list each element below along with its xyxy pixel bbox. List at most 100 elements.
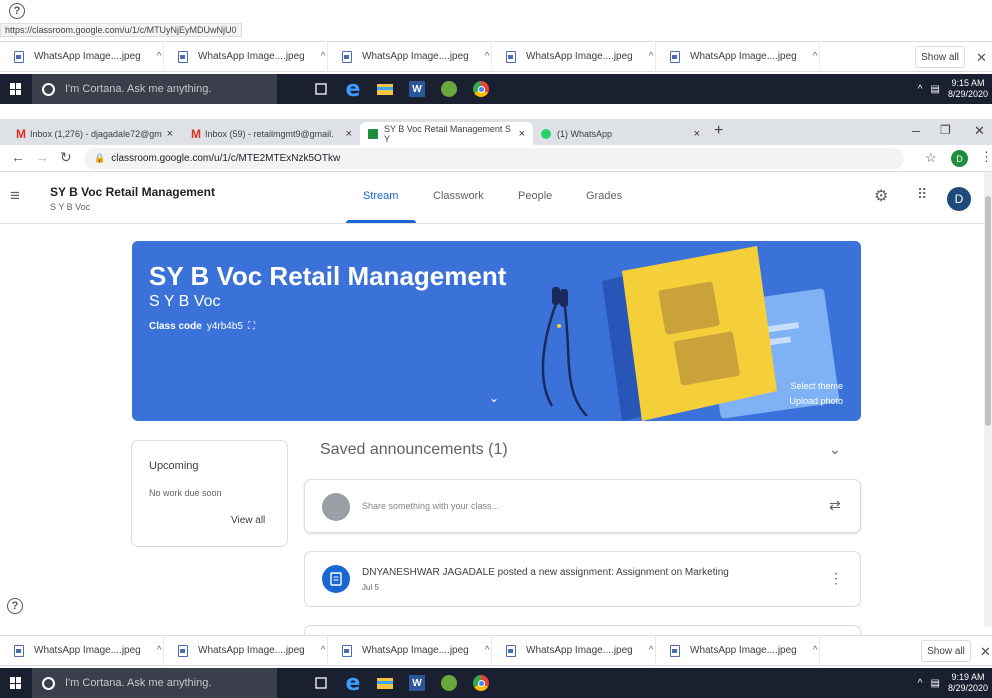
status-url: https://classroom.google.com/u/1/c/MTUyN… [0, 23, 242, 37]
view-all-link[interactable]: View all [231, 515, 265, 526]
saved-announcements-heading[interactable]: Saved announcements (1) [320, 441, 508, 459]
download-item[interactable]: WhatsApp Image....jpeg ^ [328, 635, 492, 666]
cortana-search[interactable]: I'm Cortana. Ask me anything. [32, 668, 277, 698]
chevron-up-icon[interactable]: ^ [813, 51, 818, 62]
edge-icon[interactable]: e [339, 74, 367, 104]
cortana-icon [42, 82, 55, 96]
chrome-icon[interactable] [467, 74, 495, 104]
chevron-up-icon[interactable]: ^ [918, 84, 923, 95]
chevron-up-icon[interactable]: ^ [485, 645, 490, 656]
class-code: Class code y4rb4b5 ⛶ [149, 321, 255, 332]
fullscreen-icon[interactable]: ⛶ [248, 321, 255, 332]
class-title[interactable]: SY B Voc Retail Management [50, 185, 215, 199]
browser-tab-active[interactable]: SY B Voc Retail Management S Y × [360, 122, 533, 145]
chevron-up-icon[interactable]: ^ [321, 51, 326, 62]
chevron-up-icon[interactable]: ^ [649, 645, 654, 656]
word-icon[interactable]: W [403, 668, 431, 698]
share-box[interactable]: Share something with your class... ⇄ [304, 479, 861, 533]
close-tab-icon[interactable]: × [694, 128, 700, 140]
close-icon[interactable]: ✕ [976, 50, 987, 66]
taskbar-top: I'm Cortana. Ask me anything. e W ^ ▤ 9:… [0, 74, 992, 104]
apps-grid-icon[interactable]: ⠿ [917, 186, 927, 203]
close-tab-icon[interactable]: × [346, 128, 352, 140]
close-icon[interactable]: ✕ [980, 644, 991, 660]
chrome-icon[interactable] [467, 668, 495, 698]
download-item[interactable]: WhatsApp Image....jpeg ^ [492, 635, 656, 666]
tab-grades[interactable]: Grades [586, 190, 622, 202]
chevron-up-icon[interactable]: ^ [918, 678, 923, 689]
profile-avatar[interactable]: D [951, 150, 968, 167]
utorrent-icon[interactable] [435, 668, 463, 698]
utorrent-icon[interactable] [435, 74, 463, 104]
cortana-search[interactable]: I'm Cortana. Ask me anything. [32, 74, 277, 104]
download-item[interactable]: WhatsApp Image....jpeg ^ [656, 635, 820, 666]
browser-tab[interactable]: (1) WhatsApp × [533, 122, 708, 145]
expand-chevron-icon[interactable]: ⌄ [489, 391, 499, 405]
banner-section: S Y B Voc [149, 293, 221, 310]
show-all-button[interactable]: Show all [921, 640, 971, 662]
download-item[interactable]: WhatsApp Image....jpeg ^ [0, 41, 164, 72]
minimize-button[interactable]: – [912, 122, 920, 138]
close-tab-icon[interactable]: × [519, 128, 525, 140]
post-menu-icon[interactable]: ⋮ [829, 570, 843, 587]
download-item[interactable]: WhatsApp Image....jpeg ^ [164, 635, 328, 666]
menu-kebab-icon[interactable]: ⋮ [980, 149, 992, 165]
download-item[interactable]: WhatsApp Image....jpeg ^ [656, 41, 820, 72]
clock[interactable]: 9:19 AM 8/29/2020 [948, 672, 988, 694]
windows-start-icon[interactable] [0, 668, 32, 698]
file-icon [178, 50, 188, 63]
repost-icon[interactable]: ⇄ [829, 497, 841, 514]
word-icon[interactable]: W [403, 74, 431, 104]
task-view-icon[interactable] [307, 668, 335, 698]
close-tab-icon[interactable]: × [167, 128, 173, 140]
close-window-button[interactable]: ✕ [974, 123, 985, 139]
chevron-down-icon[interactable]: ⌄ [829, 441, 841, 458]
select-theme-link[interactable]: Select theme [790, 381, 843, 391]
task-view-icon[interactable] [307, 74, 335, 104]
help-icon[interactable]: ? [7, 598, 23, 614]
forward-icon[interactable]: → [35, 149, 49, 165]
restore-button[interactable]: ❐ [940, 123, 951, 137]
file-explorer-icon[interactable] [371, 74, 399, 104]
download-item[interactable]: WhatsApp Image....jpeg ^ [0, 635, 164, 666]
scrollbar-thumb[interactable] [985, 196, 991, 426]
classroom-header: ≡ SY B Voc Retail Management S Y B Voc S… [0, 172, 992, 224]
chevron-up-icon[interactable]: ^ [321, 645, 326, 656]
assignment-post[interactable]: DNYANESHWAR JAGADALE posted a new assign… [304, 551, 861, 607]
account-avatar[interactable]: D [947, 187, 971, 211]
share-input[interactable]: Share something with your class... [362, 501, 499, 511]
notification-icon[interactable]: ▤ [931, 84, 940, 95]
file-explorer-icon[interactable] [371, 668, 399, 698]
settings-gear-icon[interactable]: ⚙ [874, 186, 888, 206]
reload-icon[interactable]: ↻ [60, 149, 72, 166]
upcoming-title: Upcoming [149, 460, 199, 472]
download-item[interactable]: WhatsApp Image....jpeg ^ [164, 41, 328, 72]
notification-icon[interactable]: ▤ [931, 678, 940, 689]
chevron-up-icon[interactable]: ^ [813, 645, 818, 656]
download-item[interactable]: WhatsApp Image....jpeg ^ [328, 41, 492, 72]
classroom-favicon [368, 128, 378, 139]
upload-photo-link[interactable]: Upload photo [789, 396, 843, 406]
bookmark-star-icon[interactable]: ☆ [925, 150, 937, 166]
url-field[interactable]: 🔒 classroom.google.com/u/1/c/MTE2MTExNzk5… [84, 148, 904, 169]
hamburger-menu-icon[interactable]: ≡ [10, 186, 20, 206]
tab-classwork[interactable]: Classwork [433, 190, 484, 202]
browser-tab[interactable]: M Inbox (1,276) - djagadale72@gm × [8, 122, 181, 145]
new-tab-button[interactable]: + [714, 122, 723, 140]
chevron-up-icon[interactable]: ^ [157, 645, 162, 656]
help-icon[interactable]: ? [9, 3, 25, 19]
windows-start-icon[interactable] [0, 74, 32, 104]
tab-people[interactable]: People [518, 190, 552, 202]
show-all-button[interactable]: Show all [915, 46, 965, 68]
chevron-up-icon[interactable]: ^ [157, 51, 162, 62]
clock[interactable]: 9:15 AM 8/29/2020 [948, 78, 988, 100]
back-icon[interactable]: ← [11, 149, 25, 165]
chevron-up-icon[interactable]: ^ [649, 51, 654, 62]
download-item[interactable]: WhatsApp Image....jpeg ^ [492, 41, 656, 72]
chevron-up-icon[interactable]: ^ [485, 51, 490, 62]
post-text: DNYANESHWAR JAGADALE posted a new assign… [362, 567, 729, 578]
active-tab-indicator [346, 220, 416, 223]
browser-tab[interactable]: M Inbox (59) - retailmgmt9@gmail. × [183, 122, 360, 145]
edge-icon[interactable]: e [339, 668, 367, 698]
tab-stream[interactable]: Stream [363, 190, 398, 202]
